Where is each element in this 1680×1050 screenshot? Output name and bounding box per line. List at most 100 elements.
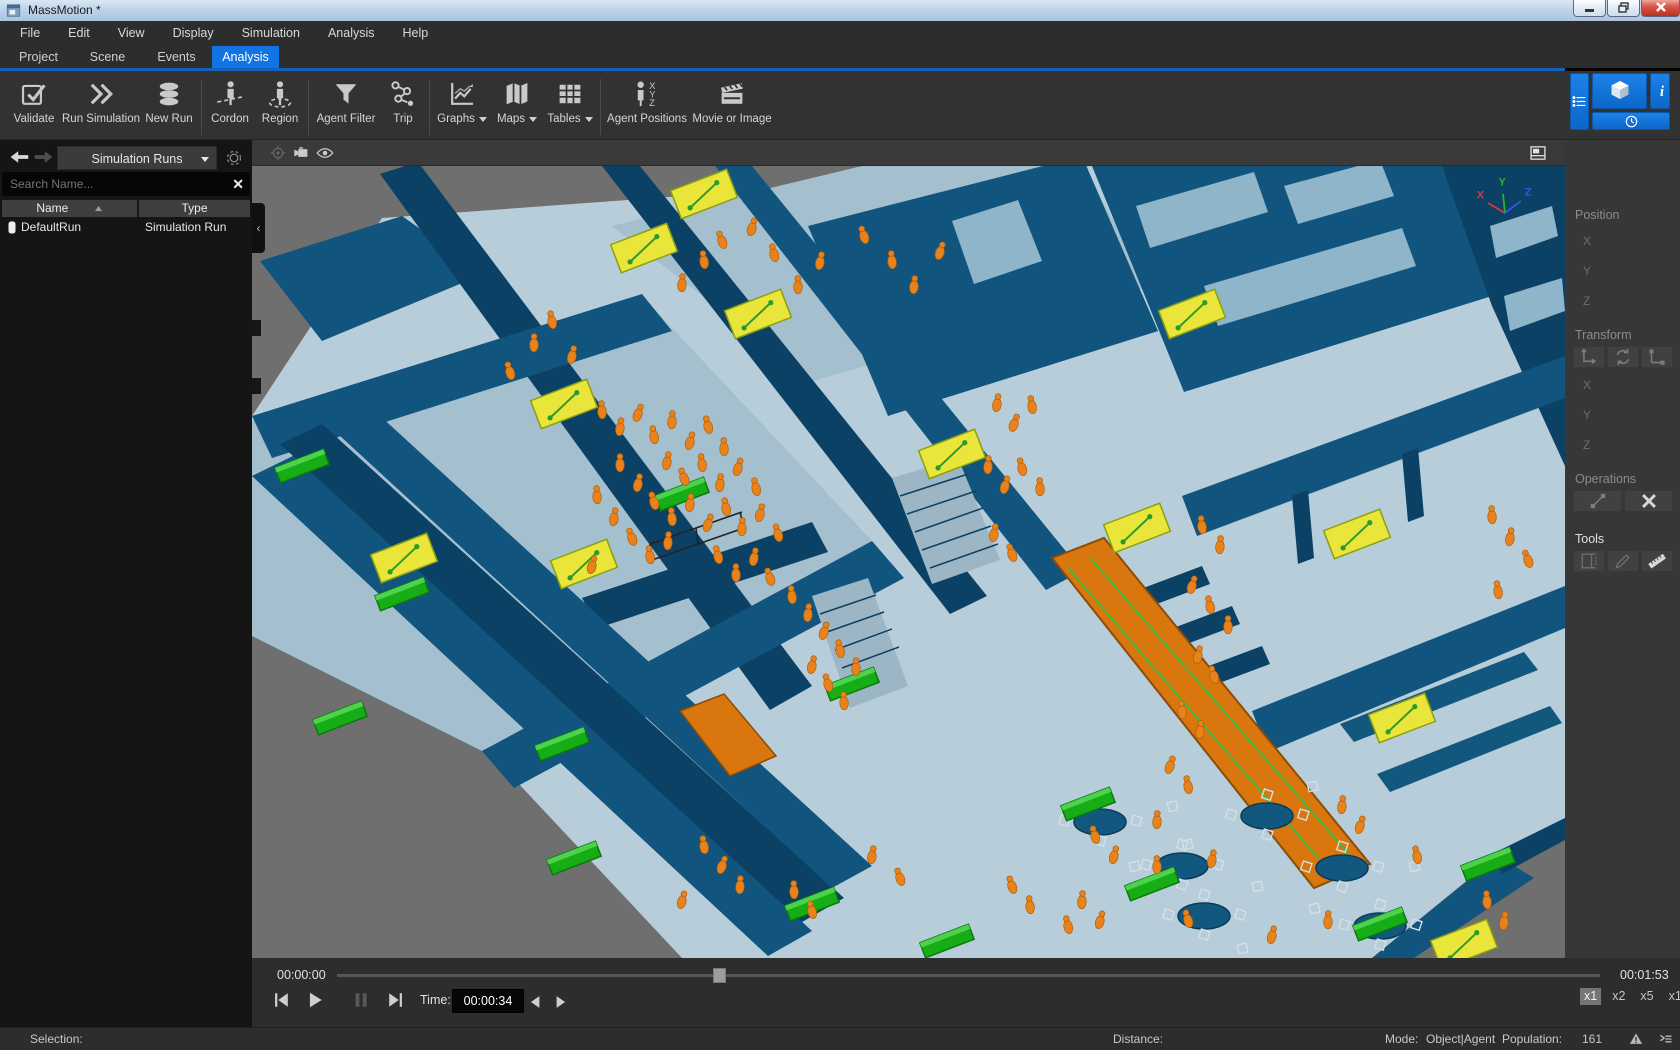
toolbar-cordon-button[interactable]: Cordon <box>205 77 255 133</box>
toolbar-graphs-button[interactable]: Graphs <box>433 77 491 133</box>
viewport: XYZ ‹ <box>252 140 1565 958</box>
skip-to-start-button[interactable] <box>270 989 292 1016</box>
tools-measure-button[interactable] <box>1641 550 1673 572</box>
transform-z-label: Z <box>1583 438 1591 452</box>
step-forward-button[interactable] <box>549 991 571 1018</box>
toolbar-movie-or-image-button[interactable]: Movie or Image <box>690 77 774 133</box>
tab-scene[interactable]: Scene <box>74 46 141 68</box>
toolbar-button-label: Validate <box>14 113 55 125</box>
transform-x-label: X <box>1583 378 1591 392</box>
position-y-label: Y <box>1583 264 1591 278</box>
menu-edit[interactable]: Edit <box>54 21 104 46</box>
menu-view[interactable]: View <box>104 21 159 46</box>
speed-x2-button[interactable]: x2 <box>1608 988 1629 1005</box>
3d-scene[interactable]: XYZ <box>252 166 1565 958</box>
toolbar-button-label: Cordon <box>211 113 249 125</box>
transform-translate-button[interactable] <box>1573 346 1605 368</box>
svg-text:Z: Z <box>1525 187 1532 199</box>
transform-scale-button[interactable] <box>1641 346 1673 368</box>
transform-rotate-button[interactable] <box>1607 346 1639 368</box>
menu-help[interactable]: Help <box>389 21 443 46</box>
menu-analysis[interactable]: Analysis <box>314 21 389 46</box>
search-input[interactable] <box>8 176 232 192</box>
step-back-button[interactable] <box>525 991 547 1018</box>
edge-notch <box>252 320 261 336</box>
restore-button[interactable] <box>1607 0 1640 17</box>
outline-list-button[interactable] <box>1570 73 1589 130</box>
minimize-button[interactable] <box>1573 0 1606 17</box>
toolbar-tables-button[interactable]: Tables <box>543 77 597 133</box>
speed-x5-button[interactable]: x5 <box>1636 988 1657 1005</box>
toolbar-new-run-button[interactable]: New Run <box>140 77 198 133</box>
run-type-dropdown[interactable]: Simulation Runs <box>57 146 217 170</box>
main-toolbar: Validate Run SimulationNew Run Cordon Regio… <box>0 71 1680 140</box>
console-log-icon[interactable] <box>1658 1031 1674 1050</box>
toolbar-validate-button[interactable]: Validate <box>6 77 62 133</box>
gear-icon[interactable] <box>224 148 244 173</box>
menu-simulation[interactable]: Simulation <box>228 21 314 46</box>
time-button[interactable] <box>1592 112 1670 130</box>
time-input[interactable] <box>452 989 524 1013</box>
timeline-track[interactable] <box>337 974 1600 977</box>
layout-icon[interactable] <box>1528 143 1548 168</box>
agent[interactable] <box>732 564 741 582</box>
info-button[interactable]: i <box>1650 73 1670 109</box>
toolbar-agent-filter-button[interactable]: Agent Filter <box>312 77 380 133</box>
warning-icon[interactable] <box>1628 1031 1644 1050</box>
region-icon <box>265 79 295 109</box>
tab-events[interactable]: Events <box>143 46 210 68</box>
toolbar-button-label: Region <box>262 113 298 125</box>
agent[interactable] <box>1224 616 1233 634</box>
toolbar-region-button[interactable]: Region <box>255 77 305 133</box>
svg-text:Y: Y <box>1498 176 1506 188</box>
position-z-label: Z <box>1583 294 1591 308</box>
agent[interactable] <box>852 658 861 676</box>
table-row[interactable]: DefaultRun Simulation Run <box>0 218 252 236</box>
agent[interactable] <box>530 334 539 352</box>
agent[interactable] <box>1153 856 1162 874</box>
toolbar-button-label: Tables <box>547 113 592 125</box>
menu-display[interactable]: Display <box>159 21 228 46</box>
nav-forward-button[interactable] <box>34 149 54 170</box>
target-icon[interactable] <box>268 143 288 168</box>
panel-collapse-handle[interactable]: ‹ <box>252 203 265 253</box>
speed-x1-button[interactable]: x1 <box>1580 988 1601 1005</box>
pause-button[interactable] <box>350 989 372 1016</box>
movie-or-image-icon <box>717 79 747 109</box>
tools-section-button[interactable] <box>1573 550 1605 572</box>
toolbar-maps-button[interactable]: Maps <box>491 77 543 133</box>
agent[interactable] <box>1324 911 1333 929</box>
clear-search-icon[interactable]: ✕ <box>232 176 244 193</box>
scene-view-button[interactable] <box>1592 73 1647 109</box>
agent[interactable] <box>616 454 625 472</box>
tab-analysis[interactable]: Analysis <box>212 46 279 68</box>
status-bar: Selection: Distance: Mode: Object|Agent … <box>0 1027 1680 1050</box>
play-button[interactable] <box>304 989 326 1016</box>
menu-bar: FileEditViewDisplaySimulationAnalysisHel… <box>0 21 1680 46</box>
column-header-name[interactable]: Name <box>2 200 137 217</box>
position-section-label: Position <box>1575 208 1619 222</box>
nav-back-button[interactable] <box>9 149 29 170</box>
toolbar-run-simulation-button[interactable]: Run Simulation <box>62 77 140 133</box>
maps-icon <box>502 79 532 109</box>
tab-project[interactable]: Project <box>5 46 72 68</box>
toolbar-trip-button[interactable]: Trip <box>380 77 426 133</box>
validate-icon <box>19 79 49 109</box>
camera-icon[interactable] <box>292 143 312 168</box>
skip-to-end-button[interactable] <box>385 989 407 1016</box>
tools-draw-button[interactable] <box>1607 550 1639 572</box>
column-header-type[interactable]: Type <box>139 200 250 217</box>
playback-bar: 00:00:00 00:01:53 Time: x1x2x5x10 <box>252 958 1680 1027</box>
operations-delete-button[interactable] <box>1624 490 1673 512</box>
toolbar-agent-positions-button[interactable]: XYZAgent Positions <box>604 77 690 133</box>
eye-icon[interactable] <box>315 143 335 168</box>
menu-file[interactable]: File <box>6 21 54 46</box>
speed-x10-button[interactable]: x10 <box>1665 988 1680 1005</box>
population-label: Population: <box>1502 1032 1562 1046</box>
operations-connect-button[interactable] <box>1573 490 1622 512</box>
close-button[interactable] <box>1641 0 1680 17</box>
timeline-handle[interactable] <box>713 968 726 983</box>
chevron-down-icon <box>585 117 593 122</box>
agent-positions-icon: XYZ <box>632 79 662 109</box>
agent[interactable] <box>794 276 803 294</box>
